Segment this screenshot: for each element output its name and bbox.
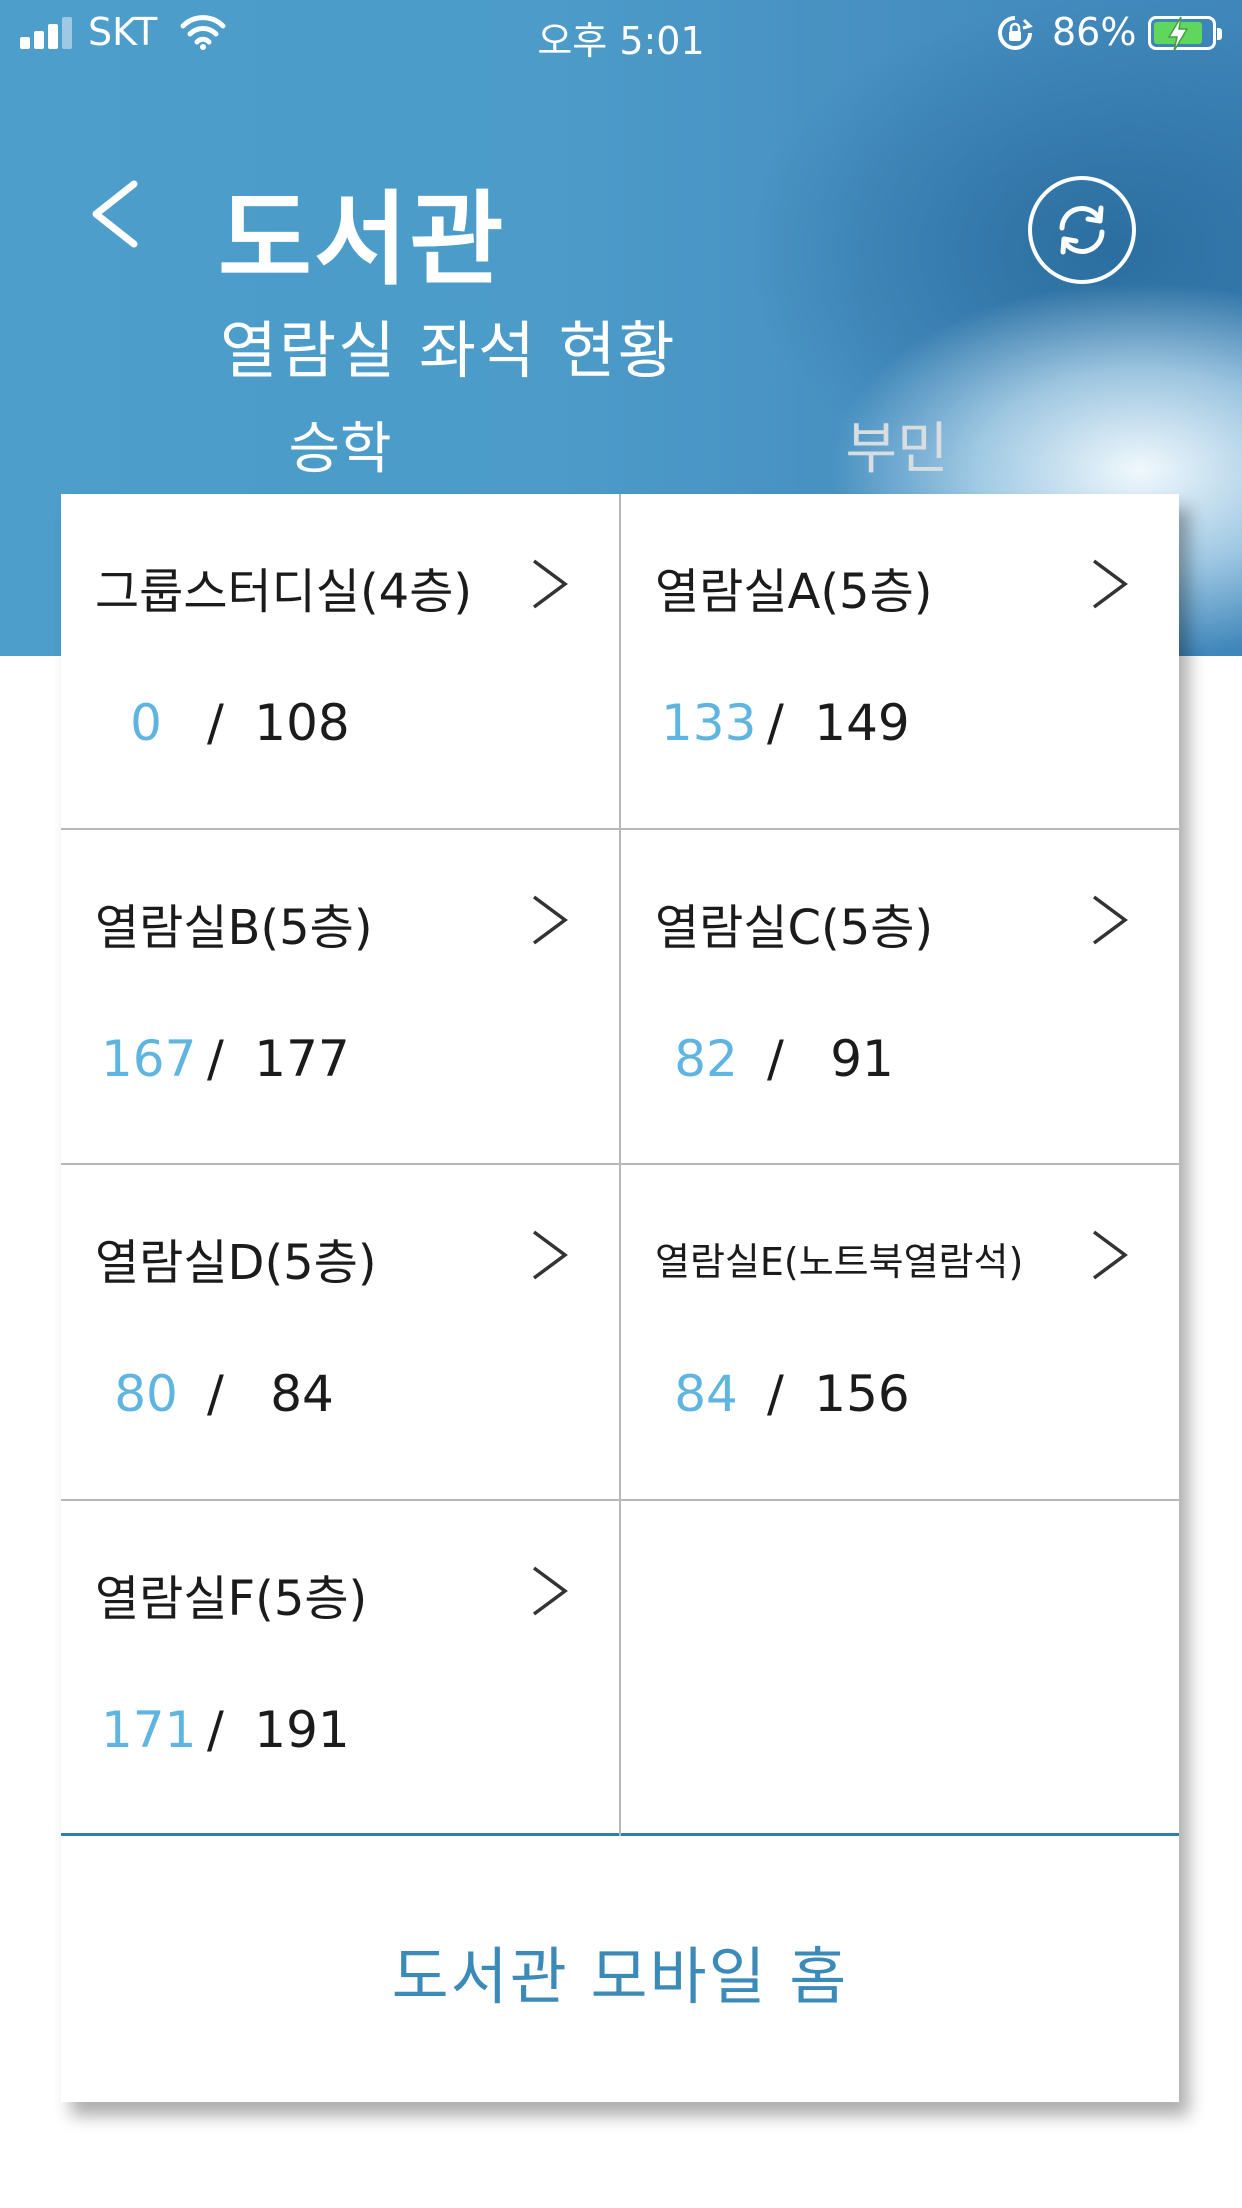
- total-seats: 191: [254, 1700, 350, 1759]
- room-cell-c[interactable]: 열람실C(5층) 82 / 91: [621, 830, 1179, 1165]
- rotation-lock-icon: [996, 14, 1034, 61]
- room-name: 열람실B(5층): [95, 899, 373, 956]
- seat-separator: /: [767, 694, 784, 752]
- seat-separator: /: [207, 1700, 224, 1759]
- chevron-right-icon: [532, 895, 568, 944]
- available-seats: 82: [674, 1029, 738, 1088]
- available-seats: 167: [101, 1029, 197, 1088]
- tab-seunghak[interactable]: 승학: [60, 404, 620, 485]
- chevron-right-icon: [1092, 559, 1128, 609]
- available-seats: 80: [114, 1365, 178, 1423]
- room-name: 열람실A(5층): [655, 564, 933, 620]
- chevron-left-icon: [92, 180, 138, 248]
- seat-separator: /: [207, 694, 224, 752]
- room-name: 열람실D(5층): [95, 1235, 377, 1291]
- refresh-icon: [1059, 205, 1105, 255]
- seat-status-card: 그룹스터디실(4층) 0 / 108 열람실A(5층) 133 / 149 열람…: [61, 494, 1179, 2102]
- status-bar: SKT 오후 5:01 86%: [0, 0, 1242, 66]
- room-cell-b[interactable]: 열람실B(5층) 167 / 177: [61, 829, 621, 1165]
- total-seats: 156: [814, 1365, 910, 1423]
- page-subtitle: 열람실 좌석 현황: [220, 314, 677, 387]
- chevron-right-icon: [532, 1566, 568, 1615]
- total-seats: 149: [814, 694, 910, 752]
- total-seats: 91: [830, 1029, 894, 1088]
- tab-bumin[interactable]: 부민: [617, 404, 1177, 485]
- battery-percent: 86%: [1052, 10, 1137, 54]
- available-seats: 0: [130, 694, 162, 752]
- seat-separator: /: [207, 1365, 224, 1423]
- room-name: 열람실E(노트북열람석): [655, 1240, 1024, 1284]
- library-mobile-home-link[interactable]: 도서관 모바일 홈: [61, 1839, 1179, 2102]
- room-cell-group-study[interactable]: 그룹스터디실(4층) 0 / 108: [61, 494, 621, 830]
- room-grid: 그룹스터디실(4층) 0 / 108 열람실A(5층) 133 / 149 열람…: [61, 494, 1179, 1836]
- room-name: 열람실F(5층): [95, 1570, 368, 1627]
- room-cell-a[interactable]: 열람실A(5층) 133 / 149: [621, 494, 1179, 830]
- total-seats: 177: [254, 1029, 350, 1088]
- battery-charging-icon: [1148, 16, 1222, 52]
- empty-cell: [621, 1501, 1179, 1837]
- room-cell-f[interactable]: 열람실F(5층) 171 / 191: [61, 1500, 621, 1836]
- available-seats: 84: [674, 1365, 738, 1423]
- chevron-right-icon: [1092, 895, 1128, 944]
- chevron-right-icon: [532, 1230, 568, 1280]
- room-cell-d[interactable]: 열람실D(5층) 80 / 84: [61, 1165, 621, 1501]
- seat-separator: /: [207, 1029, 224, 1088]
- chevron-right-icon: [532, 559, 568, 609]
- chevron-right-icon: [1092, 1230, 1128, 1280]
- room-cell-e[interactable]: 열람실E(노트북열람석) 84 / 156: [621, 1165, 1179, 1501]
- total-seats: 108: [254, 694, 350, 752]
- seat-separator: /: [767, 1029, 784, 1088]
- available-seats: 133: [661, 694, 757, 752]
- total-seats: 84: [270, 1365, 334, 1423]
- page-title: 도서관: [218, 181, 506, 300]
- refresh-button[interactable]: [1028, 176, 1136, 284]
- room-name: 그룹스터디실(4층): [95, 564, 473, 620]
- room-name: 열람실C(5층): [655, 899, 934, 956]
- seat-separator: /: [767, 1365, 784, 1423]
- available-seats: 171: [101, 1700, 197, 1759]
- back-button[interactable]: [82, 170, 152, 260]
